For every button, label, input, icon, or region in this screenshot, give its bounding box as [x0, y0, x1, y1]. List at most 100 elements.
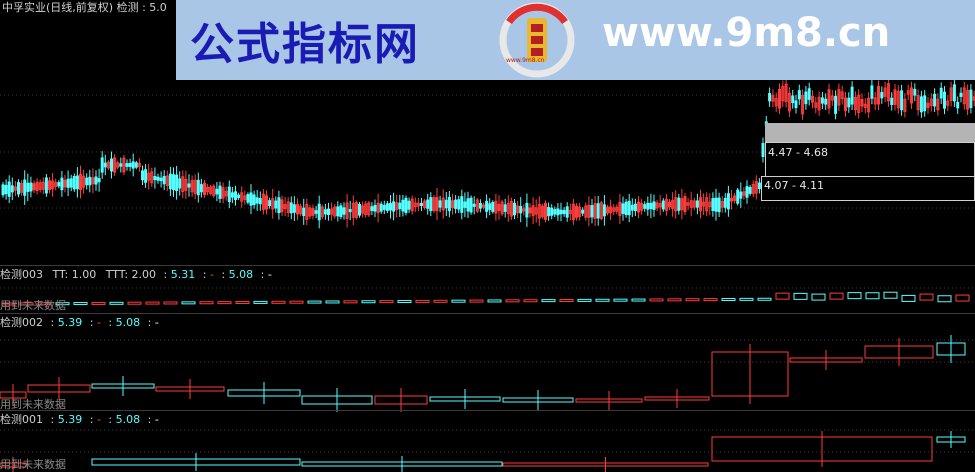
panel-003-box	[271, 300, 286, 304]
candle-body	[162, 175, 166, 185]
candle-body	[1, 184, 5, 196]
panel-003-box	[919, 293, 934, 301]
panel-003-box	[955, 294, 970, 302]
candle-body	[339, 205, 343, 218]
panel-003-box	[235, 301, 250, 305]
panel-003-box	[883, 291, 898, 299]
candle-body	[29, 182, 33, 192]
item-value: -	[209, 268, 214, 281]
panel-003-box	[307, 300, 322, 304]
candle-body	[739, 191, 743, 199]
candle-body	[370, 206, 374, 211]
candle-body	[525, 202, 529, 218]
candle-body	[302, 207, 306, 216]
candle-body	[75, 175, 79, 190]
candle-body	[469, 197, 473, 213]
panel-003-name: 检测003	[0, 268, 43, 281]
candle-body	[385, 203, 389, 211]
candle-body	[348, 209, 352, 213]
panel-003-box	[379, 300, 394, 304]
candle-body	[959, 92, 963, 97]
candle-body	[478, 203, 482, 209]
item-value: 5.31	[170, 268, 196, 281]
range-popup-lower-text: 4.07 - 4.11	[764, 179, 824, 192]
item-value: -	[267, 268, 272, 281]
item-label: :	[89, 316, 94, 329]
panel-002-name: 检测002	[0, 316, 43, 329]
candle-body	[17, 182, 20, 195]
candle-body	[317, 203, 321, 221]
panel-003-box	[505, 299, 520, 303]
panel-003-box	[415, 299, 430, 303]
candle-body	[562, 209, 566, 214]
candle-body	[392, 201, 396, 212]
item-label: :	[163, 268, 168, 281]
candle-body	[556, 208, 560, 216]
candle-body	[711, 198, 715, 211]
candle-body	[850, 86, 854, 105]
candle-body	[488, 203, 492, 210]
range-popup-lower[interactable]: 4.07 - 4.11	[761, 176, 975, 201]
panel-003-box	[757, 297, 772, 301]
candle-body	[550, 207, 554, 216]
candle-body	[463, 201, 467, 208]
candle-body	[373, 205, 377, 212]
candle-body	[969, 89, 973, 108]
panel-003-header: 检测003 TT: 1.00 TTT: 2.00 : 5.31 : - : 5.…	[0, 268, 272, 281]
candle-body	[794, 100, 798, 109]
svg-text:www.9m8.cn: www.9m8.cn	[506, 57, 545, 64]
candle-body	[289, 202, 293, 214]
item-label: :	[108, 316, 113, 329]
panel-003-box	[433, 299, 448, 303]
candle-body	[485, 200, 489, 212]
candle-body	[314, 210, 318, 214]
panel-003-box	[469, 299, 484, 303]
panel-003-box	[91, 301, 106, 305]
candle-body	[323, 209, 327, 215]
candle-body	[199, 184, 203, 193]
candle-body	[230, 192, 234, 198]
candle-body	[274, 200, 278, 209]
chart-stage[interactable]: 中孚实业(日线,前复权) 检测 : 5.0 公式指标网 www.9m8.cn w…	[0, 0, 975, 472]
candle-body	[748, 186, 752, 194]
candle-body	[72, 175, 76, 190]
panel-separator	[0, 313, 975, 314]
candle-body	[234, 191, 237, 200]
range-popup-upper[interactable]: 4.47 - 4.68	[765, 142, 975, 178]
panel-003-box	[73, 302, 88, 306]
ttt-value: 2.00	[131, 268, 157, 281]
candle-body	[633, 203, 637, 212]
item-value: -	[154, 413, 159, 426]
candle-body	[717, 197, 721, 213]
candle-body	[581, 209, 585, 214]
candle-body	[268, 200, 272, 207]
candle-body	[624, 201, 628, 215]
candle-body	[630, 204, 634, 211]
candle-body	[513, 202, 516, 216]
candle-body	[69, 178, 73, 188]
watermark-left-text: 公式指标网	[190, 19, 420, 70]
panel-003-box	[523, 299, 538, 303]
candle-body	[426, 199, 430, 209]
candle-body	[834, 95, 838, 114]
item-label: :	[89, 413, 94, 426]
candle-body	[187, 183, 191, 188]
panel-003-box	[199, 301, 214, 305]
candle-body	[933, 93, 937, 107]
candle-body	[407, 200, 411, 210]
candle-body	[726, 193, 730, 210]
candle-body	[596, 203, 600, 219]
candle-body	[153, 176, 157, 181]
candle-body	[627, 200, 631, 216]
tt-label: TT:	[52, 268, 69, 281]
panel-003-box	[253, 300, 268, 304]
panel-003-box	[487, 299, 502, 303]
candle-body	[246, 194, 250, 203]
candle-body	[677, 197, 681, 211]
ttt-label: TTT:	[105, 268, 129, 281]
candle-body	[952, 84, 956, 102]
panel-003-box	[901, 294, 916, 302]
candle-body	[913, 88, 917, 96]
candle-body	[94, 176, 98, 185]
candle-body	[342, 207, 346, 215]
